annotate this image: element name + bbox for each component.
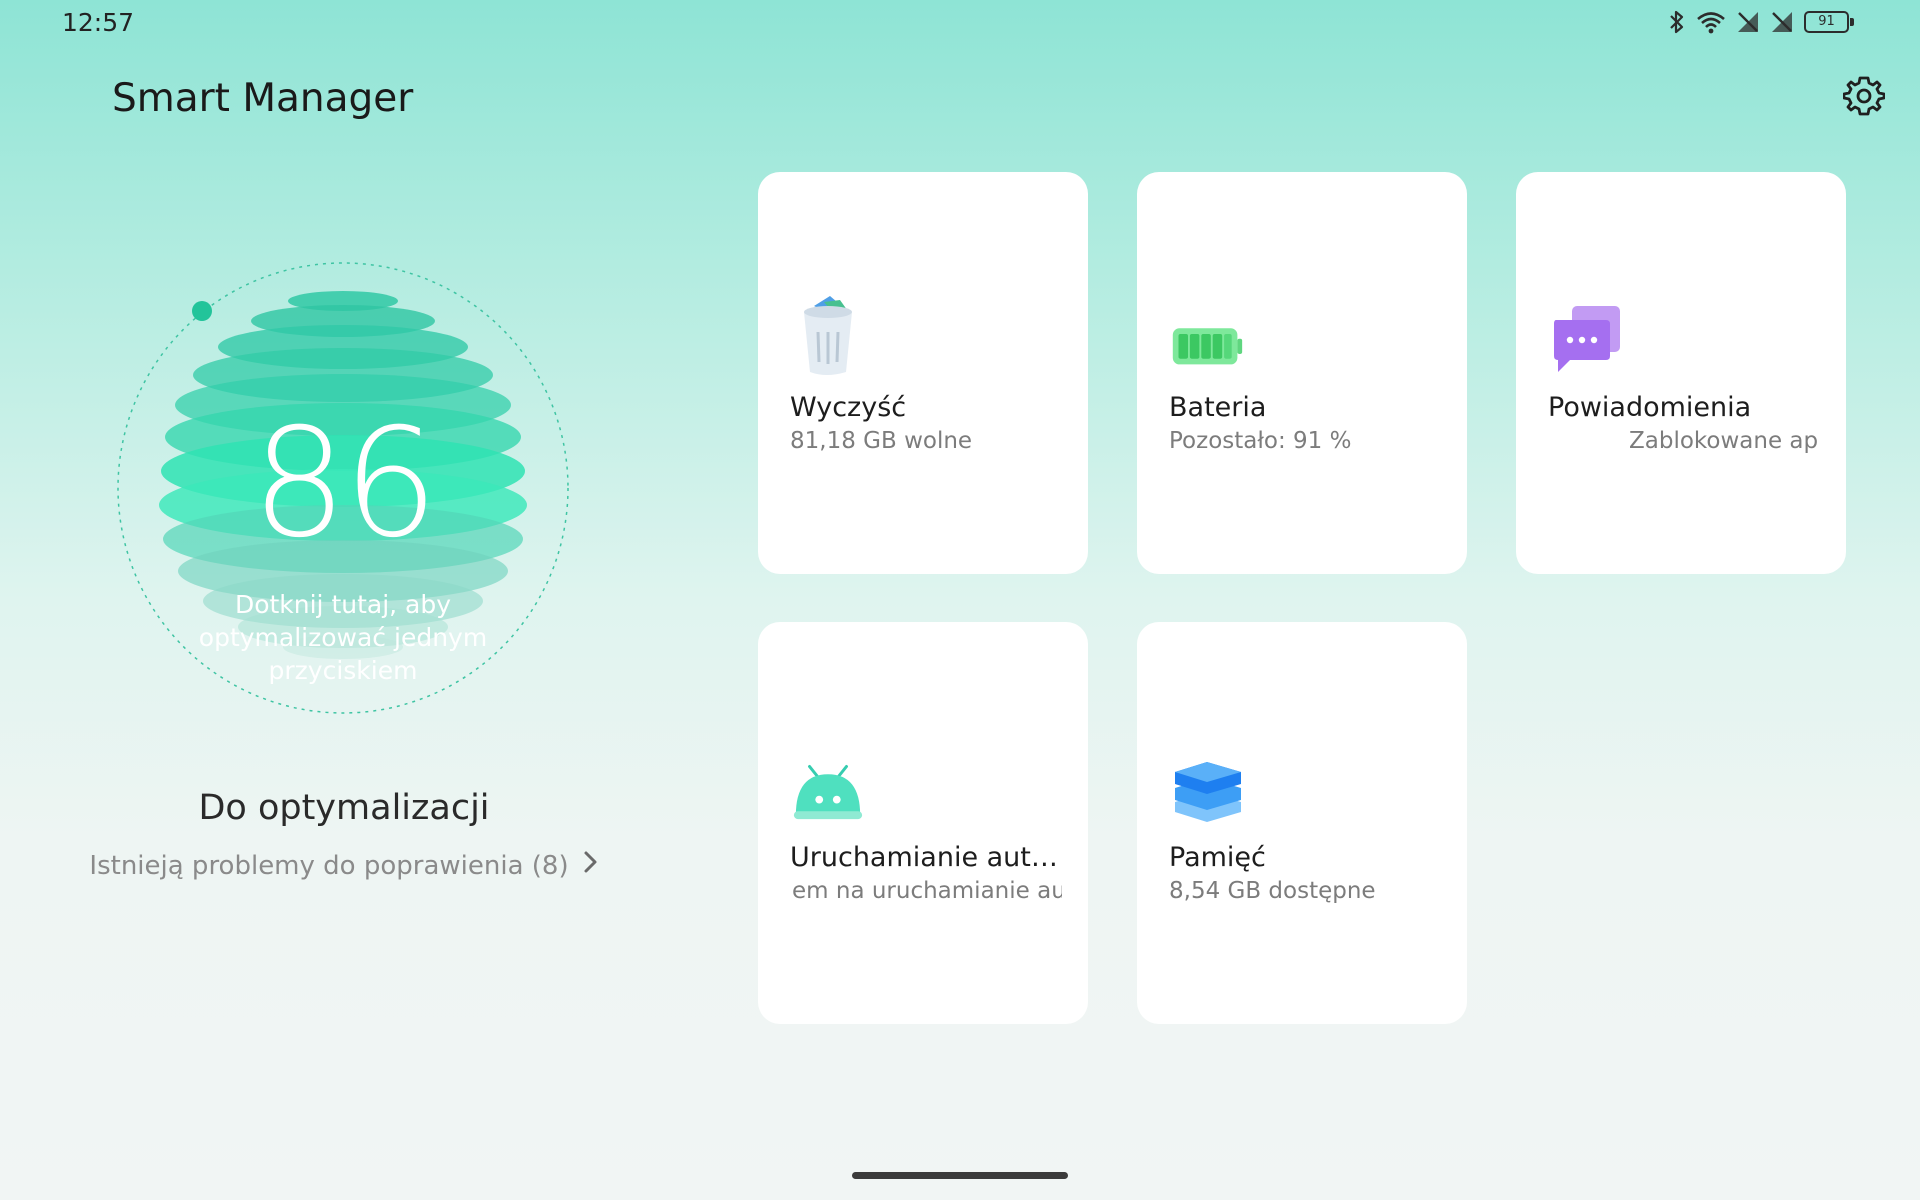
card-title: Uruchamianie auto... bbox=[790, 842, 1070, 873]
status-icons: 91 bbox=[1668, 9, 1854, 35]
card-title: Bateria bbox=[1169, 392, 1267, 423]
home-indicator[interactable] bbox=[852, 1172, 1068, 1179]
card-subtitle: 8,54 GB dostępne bbox=[1169, 878, 1376, 904]
battery-card[interactable]: Bateria Pozostało: 91 % bbox=[1137, 172, 1467, 574]
memory-card[interactable]: Pamięć 8,54 GB dostępne bbox=[1137, 622, 1467, 1024]
no-sim-icon bbox=[1736, 10, 1760, 34]
notifications-card[interactable]: Powiadomienia Zablokowane apli bbox=[1516, 172, 1846, 574]
trash-bin-icon bbox=[790, 292, 866, 376]
chevron-right-icon bbox=[583, 850, 599, 881]
no-sim-icon bbox=[1770, 10, 1794, 34]
battery-icon: 91 bbox=[1804, 10, 1854, 34]
card-subtitle: Zablokowane apli bbox=[1629, 428, 1819, 454]
score-hint: Dotknij tutaj, aby optymalizować jednym … bbox=[198, 590, 488, 685]
score-value: 86 bbox=[251, 397, 439, 571]
card-title: Powiadomienia bbox=[1548, 392, 1752, 423]
optimize-score-button[interactable]: 86 Dotknij tutaj, aby optymalizować jedn… bbox=[116, 261, 570, 715]
settings-button[interactable] bbox=[1842, 76, 1886, 120]
page-title: Smart Manager bbox=[112, 76, 414, 121]
problems-link[interactable]: Istnieją problemy do poprawienia (8) bbox=[60, 850, 628, 881]
card-subtitle: 81,18 GB wolne bbox=[790, 428, 973, 454]
layers-icon bbox=[1169, 742, 1245, 826]
card-title: Pamięć bbox=[1169, 842, 1266, 873]
optimization-title: Do optymalizacji bbox=[198, 788, 490, 828]
bluetooth-icon bbox=[1668, 9, 1686, 35]
status-bar: 12:57 91 bbox=[0, 0, 1920, 46]
card-title: Wyczyść bbox=[790, 392, 907, 423]
android-icon bbox=[790, 742, 866, 826]
problems-link-label: Istnieją problemy do poprawienia (8) bbox=[89, 850, 569, 881]
gear-icon bbox=[1842, 75, 1886, 121]
battery-level: 91 bbox=[1818, 14, 1835, 29]
card-subtitle: em na uruchamianie auto bbox=[792, 878, 1062, 904]
battery-icon bbox=[1169, 292, 1245, 376]
autostart-card[interactable]: Uruchamianie auto... em na uruchamianie … bbox=[758, 622, 1088, 1024]
status-time: 12:57 bbox=[62, 8, 135, 37]
wifi-icon bbox=[1696, 10, 1726, 34]
card-subtitle: Pozostało: 91 % bbox=[1169, 428, 1352, 454]
chat-bubbles-icon bbox=[1548, 292, 1624, 376]
clean-card[interactable]: Wyczyść 81,18 GB wolne bbox=[758, 172, 1088, 574]
